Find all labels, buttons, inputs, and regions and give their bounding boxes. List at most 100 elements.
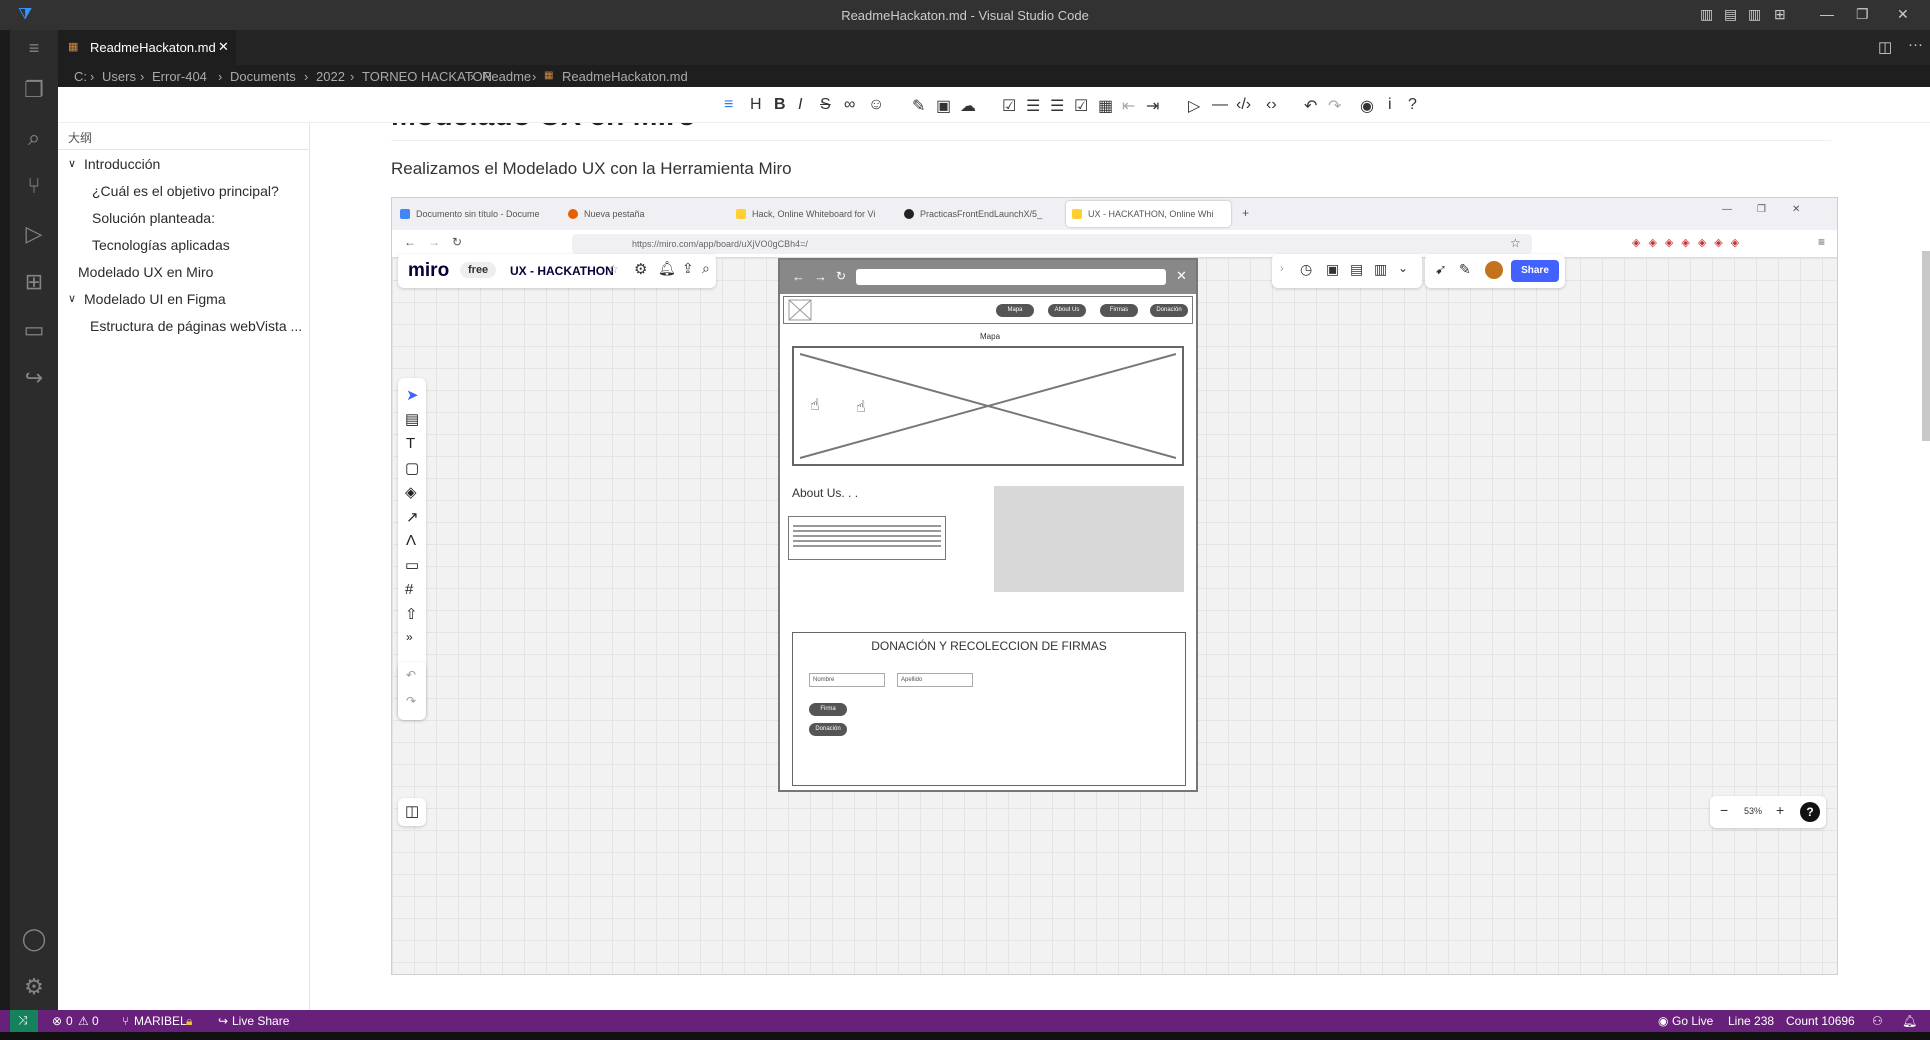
outdent-icon[interactable]: ⇤ bbox=[1122, 96, 1135, 116]
checklist-icon[interactable]: ☑ bbox=[1074, 96, 1088, 116]
pen-icon[interactable]: Λ bbox=[406, 532, 416, 549]
error-count[interactable]: 0 bbox=[66, 1014, 73, 1028]
outline-item[interactable]: Introducción bbox=[84, 156, 160, 172]
browser-restore-icon[interactable]: ❐ bbox=[1757, 204, 1766, 215]
connector-line-icon[interactable]: ↗ bbox=[406, 508, 419, 526]
breadcrumb-item[interactable]: 2022 bbox=[316, 69, 345, 84]
avatar[interactable] bbox=[1485, 261, 1503, 279]
search-icon[interactable]: ⌕ bbox=[20, 124, 48, 152]
outline-item[interactable]: Modelado UX en Miro bbox=[78, 264, 213, 280]
minimize-button[interactable]: — bbox=[1820, 6, 1834, 22]
back-icon[interactable]: ← bbox=[404, 235, 416, 249]
branch-name[interactable]: MARIBEL bbox=[134, 1014, 187, 1028]
table-icon[interactable]: ▦ bbox=[1098, 96, 1113, 116]
browser-tab[interactable]: Nueva pestaña bbox=[562, 201, 727, 227]
notifications-bell-icon[interactable]: 🔔︎ bbox=[658, 260, 676, 277]
browser-tab-active[interactable]: UX - HACKATHON, Online Whi bbox=[1066, 201, 1231, 227]
source-control-icon[interactable]: ⑂ bbox=[20, 172, 48, 200]
indent-icon[interactable]: ⇥ bbox=[1146, 96, 1159, 116]
notifications-bell-icon[interactable]: 🔔︎ bbox=[1902, 1014, 1917, 1028]
italic-icon[interactable]: I bbox=[798, 96, 802, 114]
preview-eye-icon[interactable]: ◉ bbox=[1360, 96, 1374, 116]
branch-icon[interactable]: ⑂ bbox=[122, 1014, 129, 1028]
chevron-down-icon[interactable]: ∨ bbox=[68, 292, 76, 305]
breadcrumb-item[interactable]: Readme bbox=[482, 69, 531, 84]
toggle-panel-icon[interactable]: ▤ bbox=[1724, 6, 1737, 23]
undo-icon[interactable]: ↶ bbox=[1304, 96, 1317, 116]
upload-icon[interactable]: ⇧ bbox=[405, 605, 418, 623]
menu-icon[interactable]: ≡ bbox=[20, 34, 48, 62]
upload-icon[interactable]: ☁ bbox=[960, 96, 976, 116]
scrollbar-thumb[interactable] bbox=[1922, 251, 1930, 441]
info-icon[interactable]: i bbox=[1388, 96, 1392, 114]
horizontal-rule-icon[interactable]: — bbox=[1212, 96, 1228, 114]
settings-gear-icon[interactable]: ⚙ bbox=[20, 973, 48, 1001]
help-icon[interactable]: ? bbox=[1800, 802, 1820, 822]
board-name[interactable]: UX - HACKATHON bbox=[510, 264, 614, 278]
live-share-icon[interactable]: ↪ bbox=[20, 364, 48, 392]
image-icon[interactable]: ▣ bbox=[936, 96, 951, 116]
shapes-icon[interactable]: ◈ bbox=[405, 483, 417, 501]
warning-icon[interactable]: ⚠ bbox=[78, 1014, 89, 1028]
templates-icon[interactable]: ▤ bbox=[405, 410, 419, 428]
tab-readmehackaton[interactable]: ▦ ReadmeHackaton.md ✕ bbox=[58, 30, 236, 65]
zoom-in-icon[interactable]: + bbox=[1776, 802, 1784, 818]
sticky-note-icon[interactable]: ▢ bbox=[405, 459, 419, 477]
link-icon[interactable]: ∞ bbox=[844, 96, 855, 114]
favorite-star-icon[interactable]: ☆ bbox=[608, 262, 619, 276]
heading-icon[interactable]: H bbox=[750, 96, 762, 114]
frames-panel-icon[interactable]: ◫ bbox=[405, 802, 419, 820]
bookmark-star-icon[interactable]: ☆ bbox=[1510, 236, 1521, 250]
code-icon[interactable]: ‹/› bbox=[1236, 96, 1251, 114]
redo-icon[interactable]: ↷ bbox=[1328, 96, 1341, 116]
live-share-label[interactable]: Live Share bbox=[232, 1014, 289, 1028]
go-live-icon[interactable]: ◉ bbox=[1658, 1014, 1668, 1028]
more-tools-icon[interactable]: » bbox=[406, 630, 413, 644]
explorer-icon[interactable]: ❐ bbox=[20, 76, 48, 104]
breadcrumb-item[interactable]: Users bbox=[102, 69, 136, 84]
chevron-down-icon[interactable]: ∨ bbox=[68, 157, 76, 170]
browser-tab[interactable]: Documento sin título - Docume bbox=[394, 201, 559, 227]
text-tool-icon[interactable]: T bbox=[406, 435, 415, 452]
outline-item[interactable]: Estructura de páginas webVista ... bbox=[90, 318, 302, 334]
zoom-level[interactable]: 53% bbox=[1744, 806, 1762, 816]
search-board-icon[interactable]: ⌕ bbox=[702, 260, 710, 277]
breadcrumb-item[interactable]: Documents bbox=[230, 69, 296, 84]
run-debug-icon[interactable]: ▷ bbox=[20, 220, 48, 248]
cursor-icon[interactable]: ➹ bbox=[1435, 261, 1447, 278]
help-icon[interactable]: ? bbox=[1408, 96, 1417, 114]
close-tab-icon[interactable]: ✕ bbox=[218, 39, 229, 55]
browser-close-icon[interactable]: ✕ bbox=[1792, 204, 1800, 215]
notes-icon[interactable]: ▥ bbox=[1374, 261, 1387, 278]
redo-icon[interactable]: ↷ bbox=[406, 694, 416, 708]
select-cursor-icon[interactable]: ➤ bbox=[406, 386, 419, 404]
more-actions-icon[interactable]: ··· bbox=[1908, 36, 1923, 53]
accounts-icon[interactable]: ⚇ bbox=[1872, 1014, 1883, 1028]
go-live-label[interactable]: Go Live bbox=[1672, 1014, 1713, 1028]
expand-chevron-icon[interactable]: › bbox=[1280, 263, 1284, 275]
outline-item[interactable]: Solución planteada: bbox=[92, 210, 215, 226]
close-window-button[interactable]: ✕ bbox=[1897, 6, 1909, 23]
numbered-list-icon[interactable]: ☰ bbox=[1050, 96, 1064, 116]
toggle-secondary-sidebar-icon[interactable]: ▥ bbox=[1748, 6, 1761, 23]
breadcrumb-item[interactable]: Error-404 bbox=[152, 69, 207, 84]
errors-icon[interactable]: ⊗ bbox=[52, 1014, 62, 1028]
outline-item[interactable]: ¿Cuál es el objetivo principal? bbox=[92, 183, 279, 199]
share-button[interactable]: Share bbox=[1511, 260, 1559, 282]
browser-tab[interactable]: PracticasFrontEndLaunchX/5_ bbox=[898, 201, 1063, 227]
extensions-icon[interactable]: ⊞ bbox=[20, 268, 48, 296]
outline-toggle-icon[interactable]: ≡ bbox=[724, 96, 733, 114]
browser-menu-icon[interactable]: ≡ bbox=[1818, 235, 1825, 249]
emoji-icon[interactable]: ☺ bbox=[868, 96, 884, 114]
remote-explorer-icon[interactable]: ▭ bbox=[20, 316, 48, 344]
forward-icon[interactable]: → bbox=[428, 235, 440, 249]
quote-icon[interactable]: ▷ bbox=[1188, 96, 1200, 116]
remote-indicator[interactable]: ⤨ bbox=[10, 1010, 38, 1032]
undo-icon[interactable]: ↶ bbox=[406, 668, 416, 682]
breadcrumb-item[interactable]: ReadmeHackaton.md bbox=[562, 69, 688, 84]
timer-icon[interactable]: ◷ bbox=[1300, 261, 1312, 278]
comment-icon[interactable]: ▭ bbox=[405, 556, 419, 574]
edit-icon[interactable]: ✎ bbox=[912, 96, 925, 116]
extension-icons[interactable]: ◈◈◈◈◈◈◈ bbox=[1632, 236, 1747, 249]
more-chevron-icon[interactable]: ⌄ bbox=[1398, 261, 1408, 275]
